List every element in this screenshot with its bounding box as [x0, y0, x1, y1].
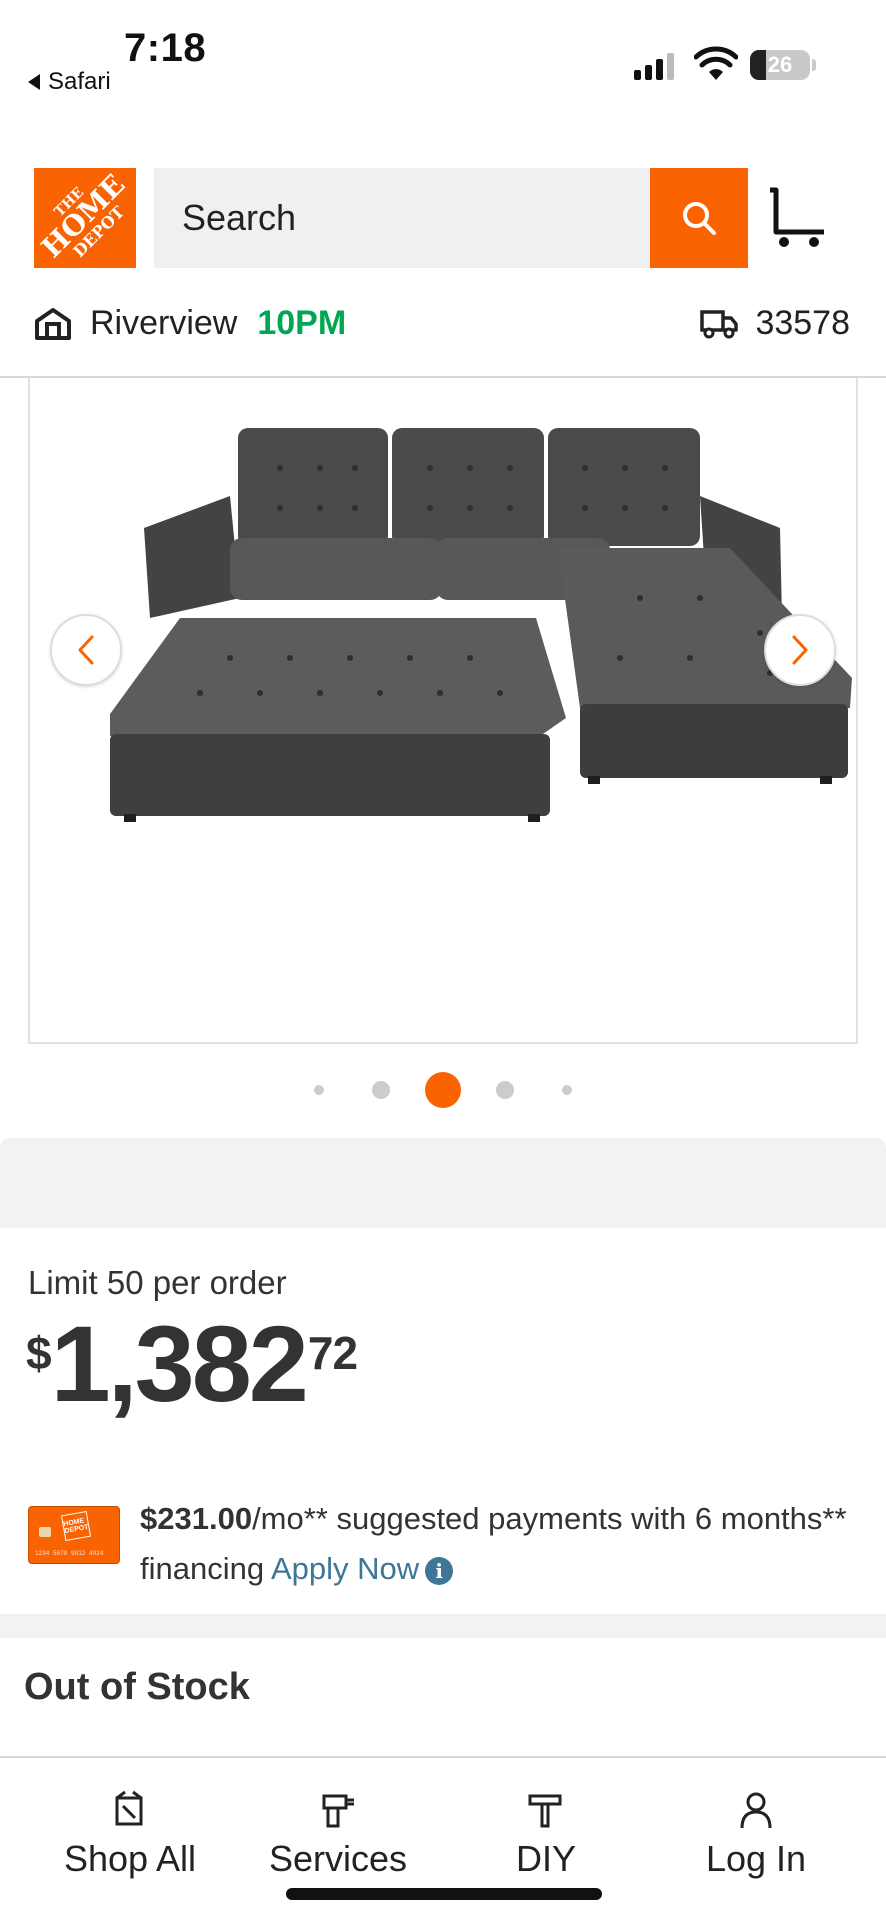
cart-icon[interactable]	[766, 186, 826, 250]
status-bar: 7:18 Safari 26	[0, 0, 886, 120]
delivery-zip[interactable]: 33578	[699, 304, 850, 343]
price-currency: $	[26, 1327, 52, 1379]
product-image-frame[interactable]	[28, 378, 858, 1044]
pagination-dot-active[interactable]	[425, 1072, 461, 1108]
image-next-button[interactable]	[764, 614, 836, 686]
monthly-amount: $231.00	[140, 1501, 253, 1536]
cellular-signal-icon	[634, 50, 674, 80]
pagination-dot[interactable]	[562, 1085, 572, 1095]
store-selector[interactable]: Riverview 10PM	[34, 304, 346, 343]
price: $ 1,382 72	[26, 1303, 358, 1424]
card-logo: HOME DEPOT	[60, 1510, 92, 1542]
section-divider	[0, 1138, 886, 1228]
drill-icon	[322, 1794, 354, 1828]
price-cents: 72	[307, 1327, 358, 1379]
order-limit: Limit 50 per order	[28, 1264, 287, 1301]
store-name: Riverview	[90, 304, 238, 342]
hammer-icon	[528, 1794, 562, 1828]
search-icon	[683, 202, 716, 235]
zip-code: 33578	[755, 304, 850, 342]
card-number: 1234 5678 9012 4024	[35, 1550, 104, 1557]
search-button[interactable]	[650, 168, 748, 268]
store-hours: 10PM	[257, 304, 347, 342]
search-input[interactable]: Search	[154, 168, 650, 268]
stock-status: Out of Stock	[24, 1666, 250, 1708]
card-chip	[39, 1527, 51, 1537]
chevron-left-icon	[78, 635, 94, 665]
nav-log-in[interactable]: Log In	[646, 1790, 866, 1880]
nav-services[interactable]: Services	[228, 1790, 448, 1880]
back-to-safari[interactable]: Safari	[28, 68, 111, 96]
battery-tip	[812, 59, 816, 71]
pagination-dot[interactable]	[372, 1081, 390, 1099]
nav-shop-all[interactable]: Shop All	[20, 1790, 240, 1880]
battery-percent: 26	[767, 52, 793, 77]
user-icon	[740, 1792, 772, 1829]
home-indicator	[286, 1888, 602, 1900]
store-delivery-row: Riverview 10PM 33578	[0, 294, 886, 378]
section-divider-2	[0, 1614, 886, 1638]
wifi-icon	[694, 46, 738, 80]
financing-text: $231.00/mo** suggested payments with 6 m…	[140, 1494, 860, 1594]
shop-all-icon	[115, 1790, 143, 1826]
info-icon[interactable]: i	[425, 1556, 454, 1585]
nav-diy[interactable]: DIY	[436, 1790, 656, 1880]
image-pagination-dots	[0, 1072, 886, 1112]
back-arrow-icon	[28, 74, 40, 90]
back-app-label: Safari	[48, 68, 111, 95]
status-time: 7:18	[124, 26, 207, 70]
delivery-truck-icon	[700, 309, 739, 338]
home-depot-logo[interactable]: THE HOME DEPOT	[34, 168, 136, 268]
sectional-sofa-image	[110, 428, 852, 822]
pagination-dot[interactable]	[496, 1081, 514, 1099]
chevron-right-icon	[792, 635, 808, 665]
nav-label: Shop All	[63, 1838, 197, 1879]
nav-label: DIY	[515, 1838, 576, 1879]
credit-card-image: HOME DEPOT 1234 5678 9012 4024	[28, 1506, 120, 1564]
store-icon	[35, 307, 71, 340]
price-dollars: 1,382	[50, 1303, 309, 1424]
logo-wordmark: THE HOME DEPOT	[35, 168, 132, 265]
nav-label: Log In	[705, 1838, 807, 1879]
battery-icon: 26	[750, 50, 810, 80]
nav-label: Services	[268, 1838, 408, 1879]
apply-now-link[interactable]: Apply Now	[271, 1551, 419, 1586]
image-prev-button[interactable]	[50, 614, 122, 686]
pagination-dot[interactable]	[314, 1085, 324, 1095]
